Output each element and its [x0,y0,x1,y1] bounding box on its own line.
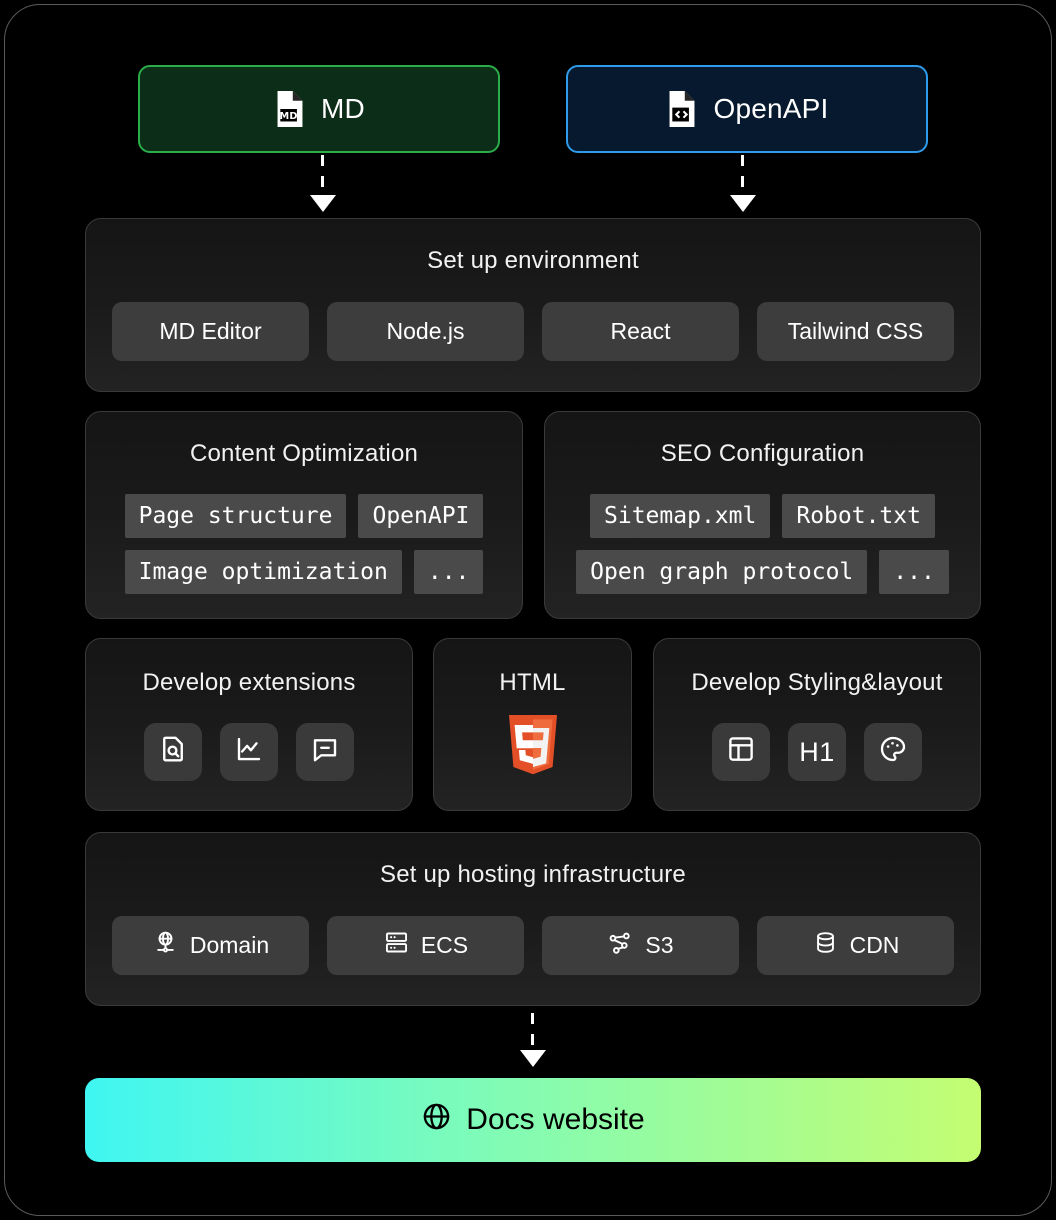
panel-set-up-environment: Set up environment MD Editor Node.js Rea… [85,218,981,392]
tile-document-search[interactable] [144,723,202,781]
database-icon [812,929,839,962]
result-docs-website-label: Docs website [466,1103,645,1136]
chip-robot-txt[interactable]: Robot.txt [782,494,935,538]
chip-md-editor[interactable]: MD Editor [112,302,309,361]
chip-more-content[interactable]: ... [413,550,484,594]
chip-md-editor-label: MD Editor [159,318,262,344]
source-card-openapi-label: OpenAPI [713,93,829,124]
chip-domain[interactable]: Domain [112,916,309,975]
chip-react-label: React [610,318,671,344]
panel-content-optimization: Content Optimization Page structure Open… [85,411,523,619]
color-palette-icon [878,734,908,771]
hosting-chip-row: Domain ECS S3 CDN [86,916,980,975]
result-docs-website[interactable]: Docs website [85,1078,981,1162]
tile-comment[interactable] [296,723,354,781]
panel-title-develop-styling-layout: Develop Styling&layout [691,669,943,696]
arrowhead-hosting-to-result [520,1050,546,1067]
tile-heading-h1[interactable]: H1 [788,723,846,781]
panel-title-content-optimization: Content Optimization [189,440,419,467]
connector-md-to-environment [321,155,324,197]
arrowhead-openapi-to-environment [730,195,756,212]
develop-extensions-tiles [144,723,354,781]
chip-nodejs[interactable]: Node.js [327,302,524,361]
chip-page-structure[interactable]: Page structure [124,494,347,538]
arrowhead-md-to-environment [310,195,336,212]
svg-text:MD: MD [280,111,298,122]
panel-develop-styling-layout: Develop Styling&layout H1 [653,638,981,811]
chip-image-optimization[interactable]: Image optimization [124,550,402,594]
panel-html: HTML [433,638,632,811]
chip-domain-label: Domain [189,932,270,958]
chip-s3[interactable]: S3 [542,916,739,975]
line-chart-icon [234,734,264,771]
source-inputs-row: MD MD OpenAPI [138,65,928,153]
tile-color-palette[interactable] [864,723,922,781]
chip-openapi[interactable]: OpenAPI [358,494,484,538]
md-file-icon: MD [273,91,307,127]
develop-styling-tiles: H1 [712,723,922,781]
chip-open-graph-protocol[interactable]: Open graph protocol [576,550,868,594]
html5-logo [505,715,561,784]
content-optimization-chips: Page structure OpenAPI Image optimizatio… [86,494,522,594]
comment-icon [310,734,340,771]
environment-chip-row: MD Editor Node.js React Tailwind CSS [86,302,980,361]
chip-tailwind-css-label: Tailwind CSS [787,318,924,344]
seo-configuration-chips: Sitemap.xml Robot.txt Open graph protoco… [545,494,980,594]
panel-title-develop-extensions: Develop extensions [142,669,356,696]
document-search-icon [158,734,188,771]
chip-s3-label: S3 [645,932,674,958]
connector-hosting-to-result [531,1013,534,1053]
panel-title-hosting-infrastructure: Set up hosting infrastructure [380,861,686,888]
tile-layout-grid[interactable] [712,723,770,781]
source-card-openapi[interactable]: OpenAPI [566,65,928,153]
panel-seo-configuration: SEO Configuration Sitemap.xml Robot.txt … [544,411,981,619]
chip-nodejs-label: Node.js [386,318,465,344]
connector-openapi-to-environment [741,155,744,197]
chip-cdn[interactable]: CDN [757,916,954,975]
chip-sitemap-xml[interactable]: Sitemap.xml [590,494,771,538]
chip-ecs[interactable]: ECS [327,916,524,975]
code-file-icon [665,91,699,127]
panel-hosting-infrastructure: Set up hosting infrastructure Domain ECS… [85,832,981,1006]
globe-icon [421,1101,452,1140]
chip-ecs-label: ECS [420,932,469,958]
globe-stand-icon [152,929,179,962]
node-graph-icon [607,929,634,962]
server-rack-icon [383,929,410,962]
panel-title-seo-configuration: SEO Configuration [660,440,865,467]
source-card-md-label: MD [321,93,365,124]
tile-line-chart[interactable] [220,723,278,781]
source-card-md[interactable]: MD MD [138,65,500,153]
chip-cdn-label: CDN [849,932,900,958]
layout-grid-icon [726,734,756,771]
diagram-frame: MD MD OpenAPI Set up environment MD Edit… [4,4,1052,1216]
panel-title-environment: Set up environment [427,247,639,274]
chip-react[interactable]: React [542,302,739,361]
panel-develop-extensions: Develop extensions [85,638,413,811]
heading-h1-icon: H1 [799,736,835,767]
panel-title-html: HTML [499,669,566,696]
chip-more-seo[interactable]: ... [879,550,949,594]
chip-tailwind-css[interactable]: Tailwind CSS [757,302,954,361]
